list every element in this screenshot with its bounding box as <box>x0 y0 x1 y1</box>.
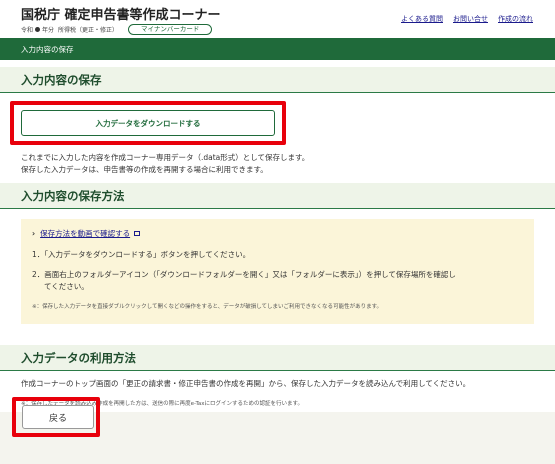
save-method-note: ※：保存した入力データを直接ダブルクリックして開くなどの操作をすると、データが破… <box>32 304 383 310</box>
site-header: 国税庁 確定申告書等作成コーナー 令和 年分 所得税（更正・修正） マイナンバー… <box>0 0 555 38</box>
flow-link[interactable]: 作成の流れ <box>498 14 533 24</box>
faq-link[interactable]: よくある質問 <box>401 14 443 24</box>
video-guide-link-label: 保存方法を動画で確認する <box>40 229 131 238</box>
usage-desc: 作成コーナーのトップ画面の「更正の請求書・修正申告書の作成を再開」から、保存した… <box>21 379 471 388</box>
video-guide-link[interactable]: › 保存方法を動画で確認する <box>32 228 141 239</box>
section-method-header: 入力内容の保存方法 <box>0 183 555 209</box>
tax-type-label: 所得税（更正・修正） <box>58 27 119 34</box>
save-desc-line1: これまでに入力した内容を作成コーナー専用データ（.data形式）として保存します… <box>21 153 310 162</box>
step-2-line1: 2．画面右上のフォルダーアイコン（「ダウンロードフォルダーを開く」又は「フォルダ… <box>32 270 456 279</box>
back-button-label: 戻る <box>48 413 67 424</box>
section-save-title: 入力内容の保存 <box>21 73 102 87</box>
section-usage-header: 入力データの利用方法 <box>0 345 555 371</box>
external-window-icon <box>134 231 141 236</box>
breadcrumb-current: 入力内容の保存 <box>21 45 74 54</box>
section-usage-title: 入力データの利用方法 <box>21 351 136 365</box>
year-placeholder-dot <box>35 27 41 32</box>
section-method-title: 入力内容の保存方法 <box>21 189 125 203</box>
mynumber-card-badge: マイナンバーカード <box>128 24 213 35</box>
save-method-panel: › 保存方法を動画で確認する 1．「入力データをダウンロードする」ボタンを押して… <box>21 219 534 324</box>
header-links: よくある質問 お問い合せ 作成の流れ <box>401 14 533 24</box>
era-label: 令和 <box>21 27 34 34</box>
breadcrumb: 入力内容の保存 <box>0 38 555 60</box>
year-suffix: 年分 <box>42 27 55 34</box>
download-data-button-label: 入力データをダウンロードする <box>95 118 201 128</box>
tax-year-line: 令和 年分 所得税（更正・修正） マイナンバーカード <box>21 24 213 35</box>
save-desc-line2: 保存した入力データは、申告書等の作成を再開する場合に利用できます。 <box>21 165 268 174</box>
step-1: 1．「入力データをダウンロードする」ボタンを押してください。 <box>32 250 251 259</box>
download-data-button[interactable]: 入力データをダウンロードする <box>21 110 275 136</box>
chevron-right-icon: › <box>32 229 36 238</box>
back-button[interactable]: 戻る <box>22 405 94 429</box>
contact-link[interactable]: お問い合せ <box>453 14 488 24</box>
step-2-line2: てください。 <box>44 282 89 291</box>
section-save-header: 入力内容の保存 <box>0 67 555 93</box>
site-title: 国税庁 確定申告書等作成コーナー <box>21 8 221 23</box>
